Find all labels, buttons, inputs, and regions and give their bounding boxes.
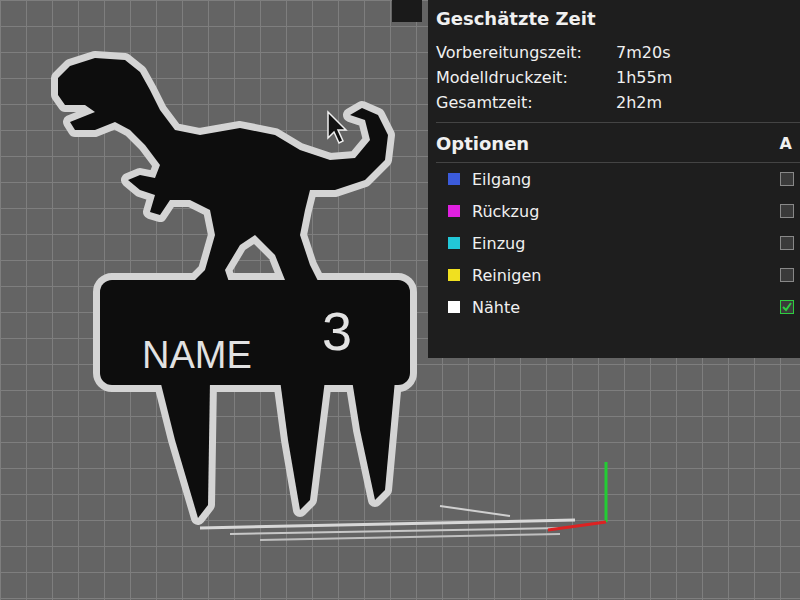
options-column-header: A <box>780 134 792 153</box>
estimate-rows: Vorbereitungszeit:7m20sModelldruckzeit:1… <box>436 31 800 122</box>
estimate-title: Geschätzte Zeit <box>436 6 800 31</box>
option-label: Rückzug <box>472 202 768 221</box>
estimate-value: 1h55m <box>616 68 800 87</box>
color-swatch <box>448 205 460 217</box>
option-label: Eilgang <box>472 170 768 189</box>
option-row[interactable]: Reinigen <box>436 259 800 291</box>
mouse-cursor-icon <box>328 112 346 143</box>
option-row[interactable]: Eilgang <box>436 163 800 195</box>
option-checkbox[interactable] <box>780 300 794 314</box>
name-plate <box>100 280 410 385</box>
option-checkbox[interactable] <box>780 204 794 218</box>
axis-gizmo-icon <box>548 462 606 530</box>
estimate-row: Modelldruckzeit:1h55m <box>436 68 800 87</box>
options-list: Eilgang Rückzug Einzug Reinigen Nähte <box>436 162 800 323</box>
color-swatch <box>448 237 460 249</box>
option-row[interactable]: Rückzug <box>436 195 800 227</box>
option-row[interactable]: Einzug <box>436 227 800 259</box>
estimate-row: Gesamtzeit:2h2m <box>436 93 800 112</box>
plate-name-text: NAME <box>142 334 252 376</box>
color-swatch <box>448 269 460 281</box>
cake-topper-model[interactable]: NAME 3 <box>58 58 410 518</box>
option-checkbox[interactable] <box>780 172 794 186</box>
stake <box>352 380 395 500</box>
color-swatch <box>448 301 460 313</box>
estimate-row: Vorbereitungszeit:7m20s <box>436 43 800 62</box>
estimate-label: Modelldruckzeit: <box>436 68 616 87</box>
options-title: Optionen <box>436 131 529 156</box>
options-header: Optionen A <box>436 122 800 162</box>
option-checkbox[interactable] <box>780 268 794 282</box>
toolbar-edge <box>392 0 422 22</box>
bed-edge-lines <box>200 506 575 540</box>
slicer-screen: NAME 3 Geschätzte Zeit Vorbereitungszeit:7m… <box>0 0 800 600</box>
estimate-panel: Geschätzte ZeitVorbereitungszeit:7m20sMo… <box>428 0 800 358</box>
option-checkbox[interactable] <box>780 236 794 250</box>
estimate-value: 7m20s <box>616 43 800 62</box>
option-label: Reinigen <box>472 266 768 285</box>
dinosaur <box>58 58 388 300</box>
option-label: Einzug <box>472 234 768 253</box>
check-icon <box>782 302 792 312</box>
estimate-label: Gesamtzeit: <box>436 93 616 112</box>
plate-number-text: 3 <box>322 301 352 361</box>
estimate-value: 2h2m <box>616 93 800 112</box>
color-swatch <box>448 173 460 185</box>
estimate-label: Vorbereitungszeit: <box>436 43 616 62</box>
stake <box>280 380 325 510</box>
option-label: Nähte <box>472 298 768 317</box>
option-row[interactable]: Nähte <box>436 291 800 323</box>
stake <box>160 380 210 518</box>
